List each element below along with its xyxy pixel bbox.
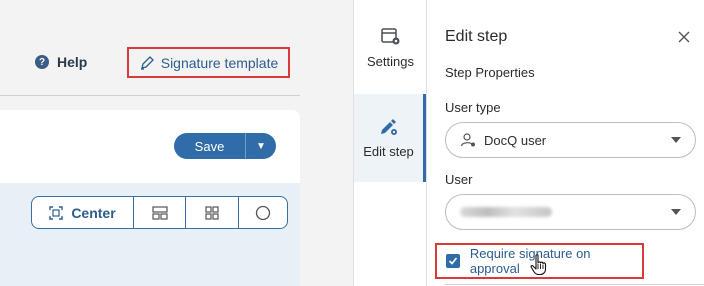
help-link[interactable]: ? Help (35, 54, 87, 70)
require-signature-label: Require signature on approval (469, 246, 591, 276)
align-center-label: Center (71, 204, 116, 221)
blurred-user-value (460, 207, 552, 217)
circle-shape-button[interactable] (239, 197, 287, 228)
side-tabs: Settings Edit step (353, 0, 427, 286)
tab-settings[interactable]: Settings (354, 28, 427, 69)
caret-down-icon: ▼ (256, 140, 266, 152)
save-button[interactable]: Save (174, 133, 246, 159)
save-button-group: Save ▼ (174, 133, 276, 159)
user-gear-icon (460, 133, 475, 147)
user-type-select[interactable]: DocQ user (445, 122, 696, 158)
user-type-value: DocQ user (484, 132, 547, 148)
question-circle-icon: ? (35, 55, 49, 69)
signature-template-button[interactable]: Signature template (127, 47, 290, 78)
layout-rows-button[interactable] (134, 197, 186, 228)
panel-divider (445, 284, 704, 285)
center-frame-icon (49, 205, 64, 220)
layout-rows-icon (151, 205, 168, 220)
grid-layout-button[interactable] (186, 197, 239, 228)
grid-icon (205, 205, 219, 220)
section-heading: Step Properties (445, 68, 535, 80)
user-type-label: User type (445, 100, 501, 115)
circle-icon (255, 205, 271, 220)
check-icon (448, 257, 458, 265)
settings-doc-icon (380, 28, 399, 45)
align-center-button[interactable]: Center (32, 197, 134, 228)
chevron-down-icon (671, 137, 681, 143)
header-divider (0, 95, 300, 96)
edit-step-icon (380, 118, 397, 135)
tab-edit-step-label: Edit step (363, 143, 414, 159)
chevron-down-icon (671, 209, 681, 215)
tab-settings-label: Settings (367, 54, 414, 69)
user-label: User (445, 172, 473, 187)
alignment-toolbar: Center (31, 196, 288, 229)
tab-edit-step[interactable]: Edit step (354, 94, 427, 182)
panel-title: Edit step (445, 28, 508, 45)
hand-cursor-icon (530, 254, 547, 276)
help-label: Help (57, 54, 88, 70)
edit-step-panel: Edit step Step Properties User type DocQ… (426, 0, 704, 286)
pen-icon (140, 55, 154, 70)
save-dropdown-button[interactable]: ▼ (246, 133, 276, 159)
close-icon[interactable] (677, 30, 691, 44)
user-select[interactable] (445, 194, 696, 230)
require-signature-checkbox[interactable] (446, 254, 460, 268)
signature-template-label: Signature template (160, 54, 279, 71)
